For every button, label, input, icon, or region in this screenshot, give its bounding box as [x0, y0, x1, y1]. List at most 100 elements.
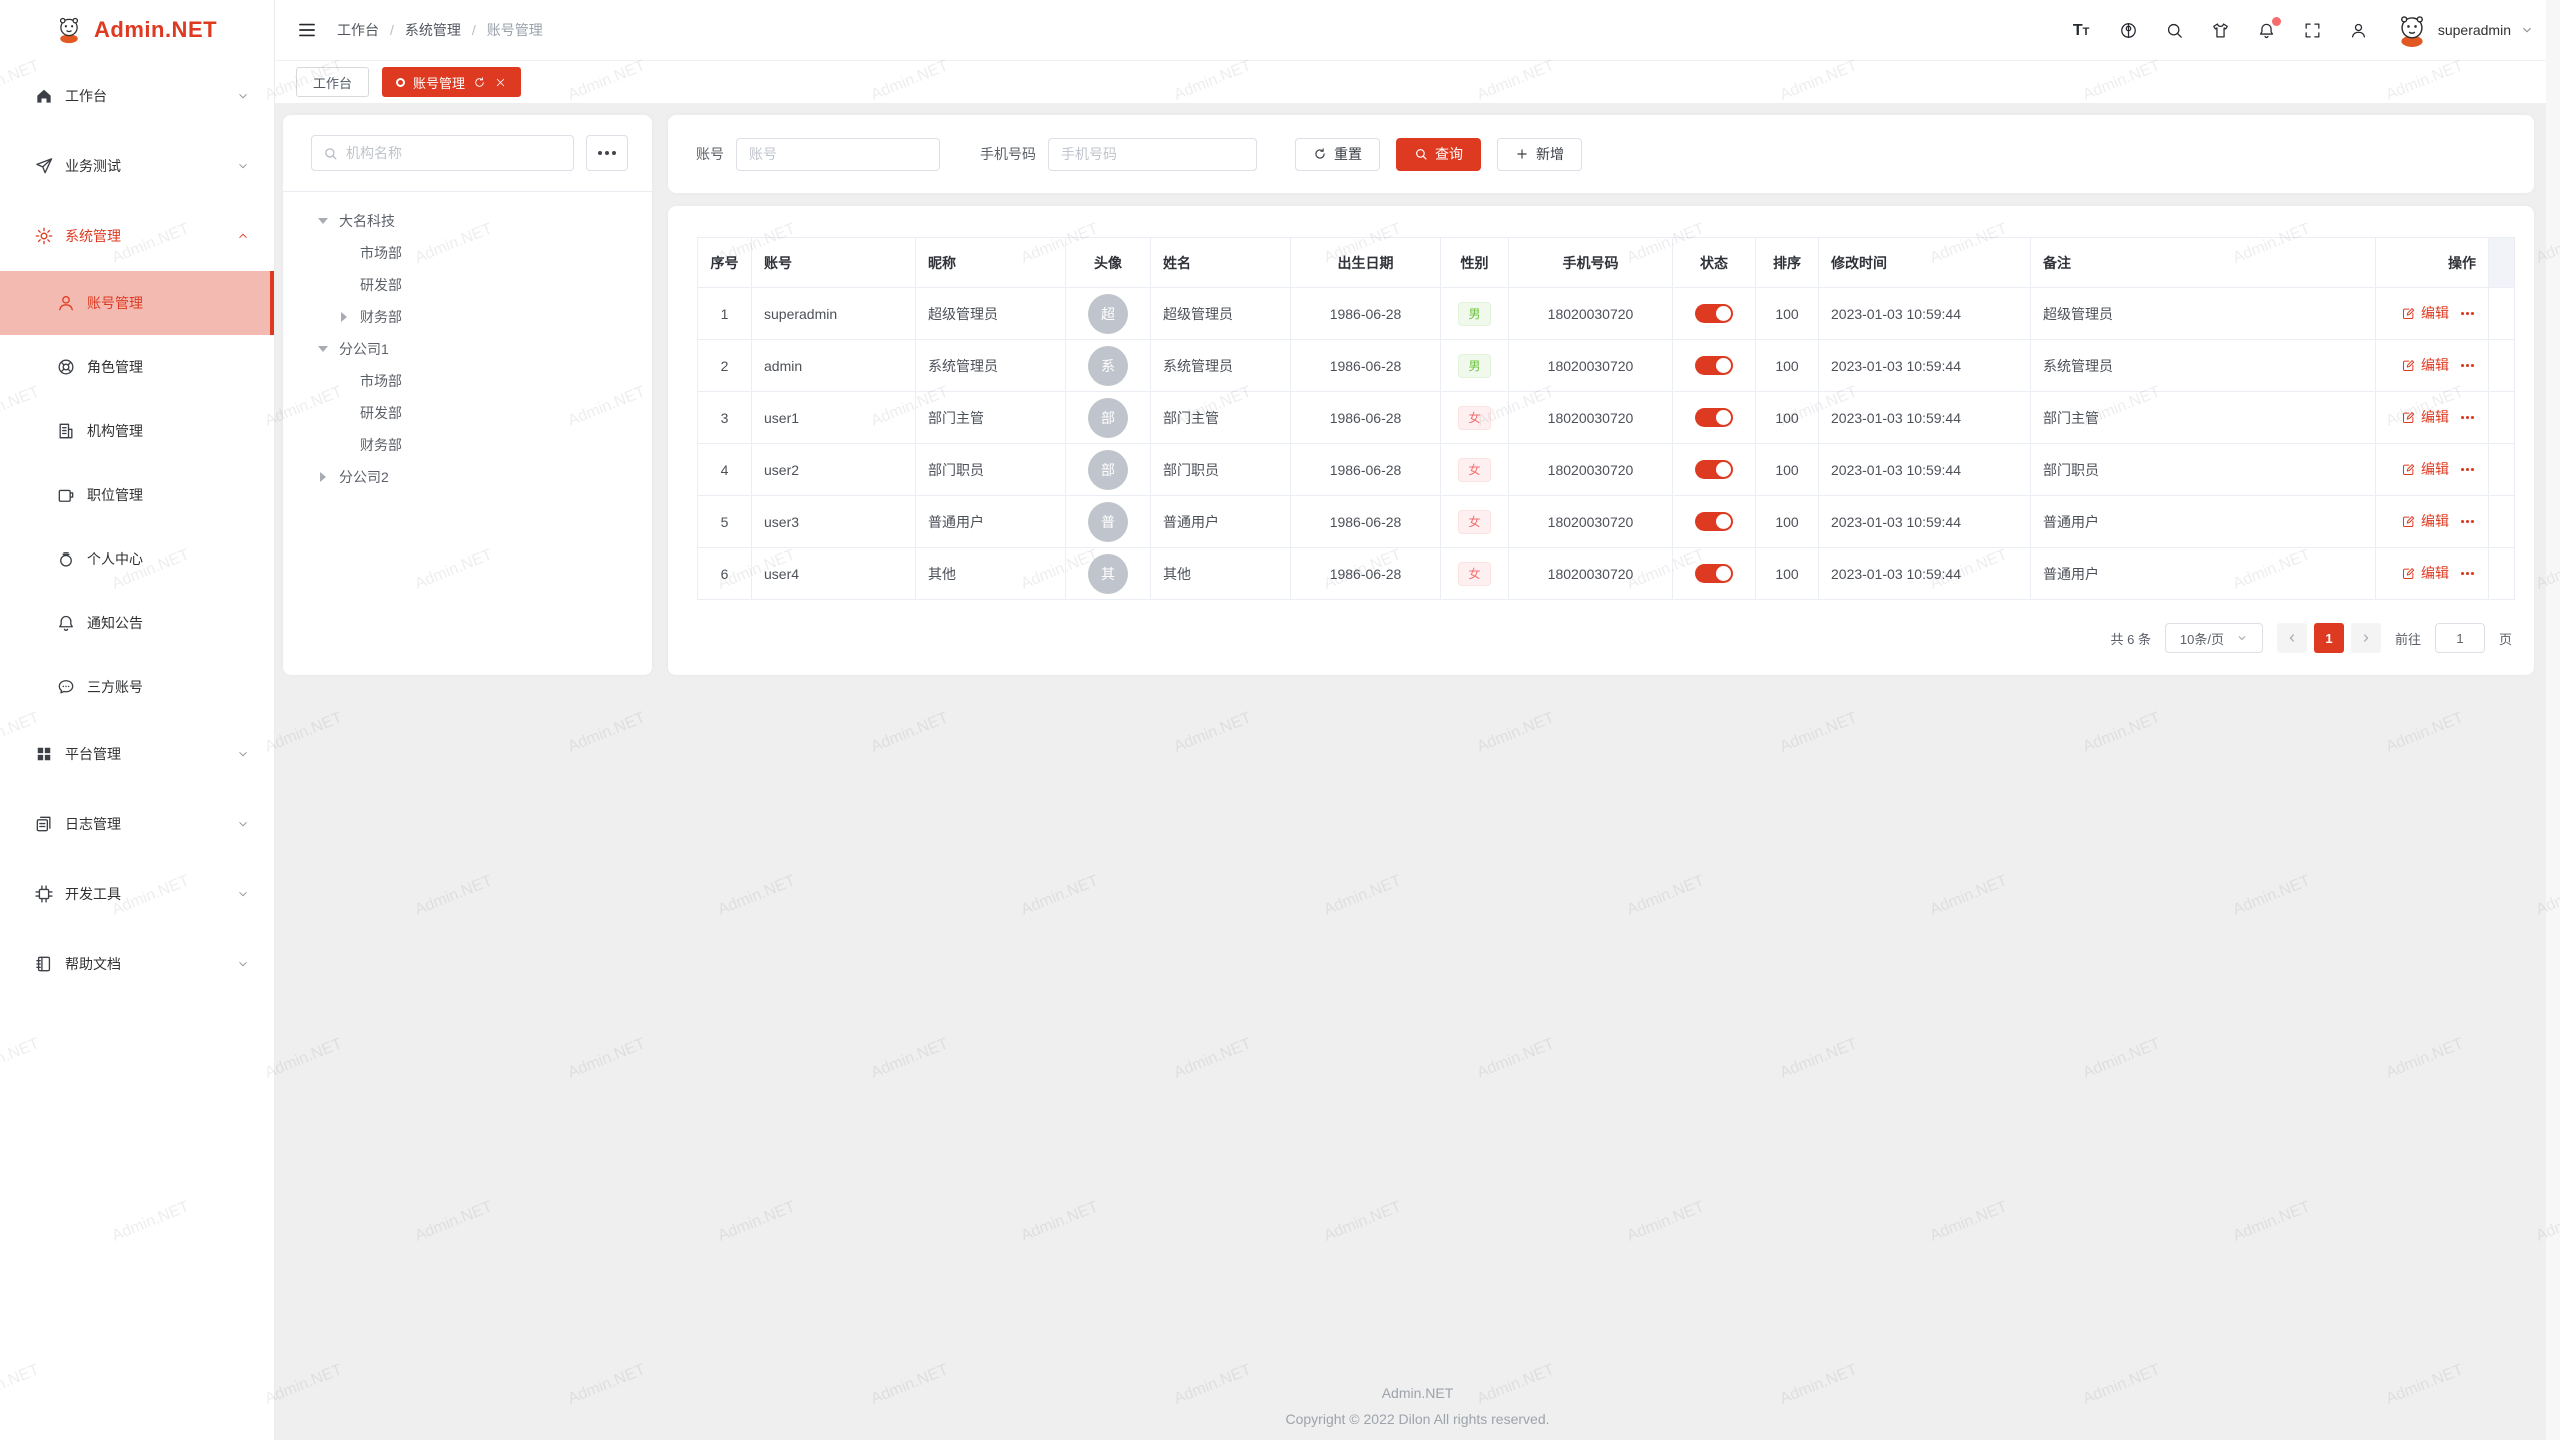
org-search-field[interactable]: [311, 135, 574, 171]
status-toggle[interactable]: [1695, 304, 1733, 323]
edit-button[interactable]: 编辑: [2401, 407, 2449, 427]
search-icon[interactable]: [2165, 21, 2184, 40]
row-more-button[interactable]: [2459, 461, 2476, 478]
avatar: 系: [1088, 346, 1128, 386]
language-icon[interactable]: [2119, 21, 2138, 40]
sidebar-item-position-management[interactable]: 职位管理: [0, 463, 274, 527]
cell-index: 2: [698, 340, 752, 392]
row-more-button[interactable]: [2459, 565, 2476, 582]
search-button[interactable]: 查询: [1396, 138, 1481, 171]
breadcrumb-item-workbench[interactable]: 工作台: [337, 20, 379, 40]
tree-node[interactable]: 市场部: [311, 237, 628, 269]
account-input[interactable]: [736, 138, 940, 171]
sidebar-item-notice-announcement[interactable]: 通知公告: [0, 591, 274, 655]
profile-icon[interactable]: [2349, 21, 2368, 40]
tab-account-management[interactable]: 账号管理: [382, 67, 521, 97]
edit-button[interactable]: 编辑: [2401, 355, 2449, 375]
tab-refresh-icon[interactable]: [473, 76, 486, 89]
add-button[interactable]: 新增: [1497, 138, 1582, 171]
notification-icon[interactable]: [2257, 21, 2276, 40]
tree-node-label: 分公司1: [339, 339, 389, 359]
table-gutter: [2489, 238, 2515, 288]
breadcrumb-item-system-management[interactable]: 系统管理: [405, 20, 461, 40]
sidebar-item-label: 通知公告: [87, 613, 250, 633]
logo[interactable]: Admin.NET: [0, 0, 274, 60]
status-toggle[interactable]: [1695, 512, 1733, 531]
sidebar-item-workbench[interactable]: 工作台: [0, 61, 274, 131]
org-tree: 大名科技市场部研发部财务部分公司1市场部研发部财务部分公司2: [311, 192, 628, 493]
page-size-select[interactable]: 10条/页: [2165, 623, 2263, 653]
tree-node-label: 财务部: [360, 435, 402, 455]
theme-icon[interactable]: [2211, 21, 2230, 40]
tree-node-label: 大名科技: [339, 211, 395, 231]
status-toggle[interactable]: [1695, 564, 1733, 583]
prev-page-button[interactable]: [2277, 623, 2307, 653]
row-more-button[interactable]: [2459, 357, 2476, 374]
next-page-button[interactable]: [2351, 623, 2381, 653]
cell-name: 系统管理员: [1151, 340, 1291, 392]
tree-node[interactable]: 大名科技: [311, 205, 628, 237]
row-more-button[interactable]: [2459, 305, 2476, 322]
sidebar-item-org-management[interactable]: 机构管理: [0, 399, 274, 463]
tree-node[interactable]: 财务部: [311, 301, 628, 333]
gender-tag: 女: [1458, 406, 1490, 430]
tree-node[interactable]: 分公司2: [311, 461, 628, 493]
sidebar-item-label: 个人中心: [87, 549, 250, 569]
scrollbar-track[interactable]: [2546, 0, 2560, 1440]
jump-page-input[interactable]: [2435, 623, 2485, 653]
accounts-table-panel: 序号账号昵称头像姓名出生日期性别手机号码状态排序修改时间备注操作 1supera…: [668, 206, 2534, 675]
sidebar-item-dev-tools[interactable]: 开发工具: [0, 859, 274, 929]
collapse-menu-icon[interactable]: [297, 20, 317, 40]
edit-button[interactable]: 编辑: [2401, 303, 2449, 323]
tree-node[interactable]: 市场部: [311, 365, 628, 397]
cell-sort: 100: [1756, 288, 1819, 340]
tree-more-button[interactable]: [586, 135, 628, 171]
cell-index: 6: [698, 548, 752, 600]
sidebar-item-log-management[interactable]: 日志管理: [0, 789, 274, 859]
tree-node[interactable]: 分公司1: [311, 333, 628, 365]
sidebar-item-role-management[interactable]: 角色管理: [0, 335, 274, 399]
tree-node[interactable]: 研发部: [311, 269, 628, 301]
sidebar-item-label: 三方账号: [87, 677, 250, 697]
reset-button[interactable]: 重置: [1295, 138, 1380, 171]
accounts-table: 序号账号昵称头像姓名出生日期性别手机号码状态排序修改时间备注操作 1supera…: [697, 237, 2515, 600]
edit-label: 编辑: [2421, 459, 2449, 479]
edit-button[interactable]: 编辑: [2401, 563, 2449, 583]
page-number-1[interactable]: 1: [2314, 623, 2344, 653]
sidebar-item-account-management[interactable]: 账号管理: [0, 271, 274, 335]
cell-gutter: [2489, 392, 2515, 444]
sidebar-item-system-management[interactable]: 系统管理: [0, 201, 274, 271]
user-menu[interactable]: superadmin: [2395, 13, 2534, 47]
cell-index: 1: [698, 288, 752, 340]
status-toggle[interactable]: [1695, 460, 1733, 479]
sidebar-item-personal-center[interactable]: 个人中心: [0, 527, 274, 591]
row-more-button[interactable]: [2459, 409, 2476, 426]
phone-input[interactable]: [1048, 138, 1257, 171]
footer-copyright: Copyright © 2022 Dilon All rights reserv…: [275, 1411, 2560, 1427]
sidebar-item-business-test[interactable]: 业务测试: [0, 131, 274, 201]
sidebar-item-help-docs[interactable]: 帮助文档: [0, 929, 274, 999]
sidebar-item-third-party-account[interactable]: 三方账号: [0, 655, 274, 719]
sidebar-item-platform-management[interactable]: 平台管理: [0, 719, 274, 789]
cell-name: 其他: [1151, 548, 1291, 600]
cell-name: 超级管理员: [1151, 288, 1291, 340]
fullscreen-icon[interactable]: [2303, 21, 2322, 40]
tree-node[interactable]: 财务部: [311, 429, 628, 461]
edit-button[interactable]: 编辑: [2401, 459, 2449, 479]
edit-icon: [2401, 462, 2416, 477]
tab-close-icon[interactable]: [494, 76, 507, 89]
gender-tag: 男: [1458, 354, 1490, 378]
cell-gutter: [2489, 548, 2515, 600]
tab-workbench[interactable]: 工作台: [296, 67, 369, 97]
row-more-button[interactable]: [2459, 513, 2476, 530]
tree-node[interactable]: 研发部: [311, 397, 628, 429]
status-toggle[interactable]: [1695, 408, 1733, 427]
org-search-input[interactable]: [346, 145, 562, 161]
cell-gender: 女: [1441, 392, 1509, 444]
edit-label: 编辑: [2421, 355, 2449, 375]
cell-index: 5: [698, 496, 752, 548]
font-size-icon[interactable]: TT: [2073, 21, 2092, 40]
sidebar-item-label: 日志管理: [65, 814, 236, 834]
status-toggle[interactable]: [1695, 356, 1733, 375]
edit-button[interactable]: 编辑: [2401, 511, 2449, 531]
